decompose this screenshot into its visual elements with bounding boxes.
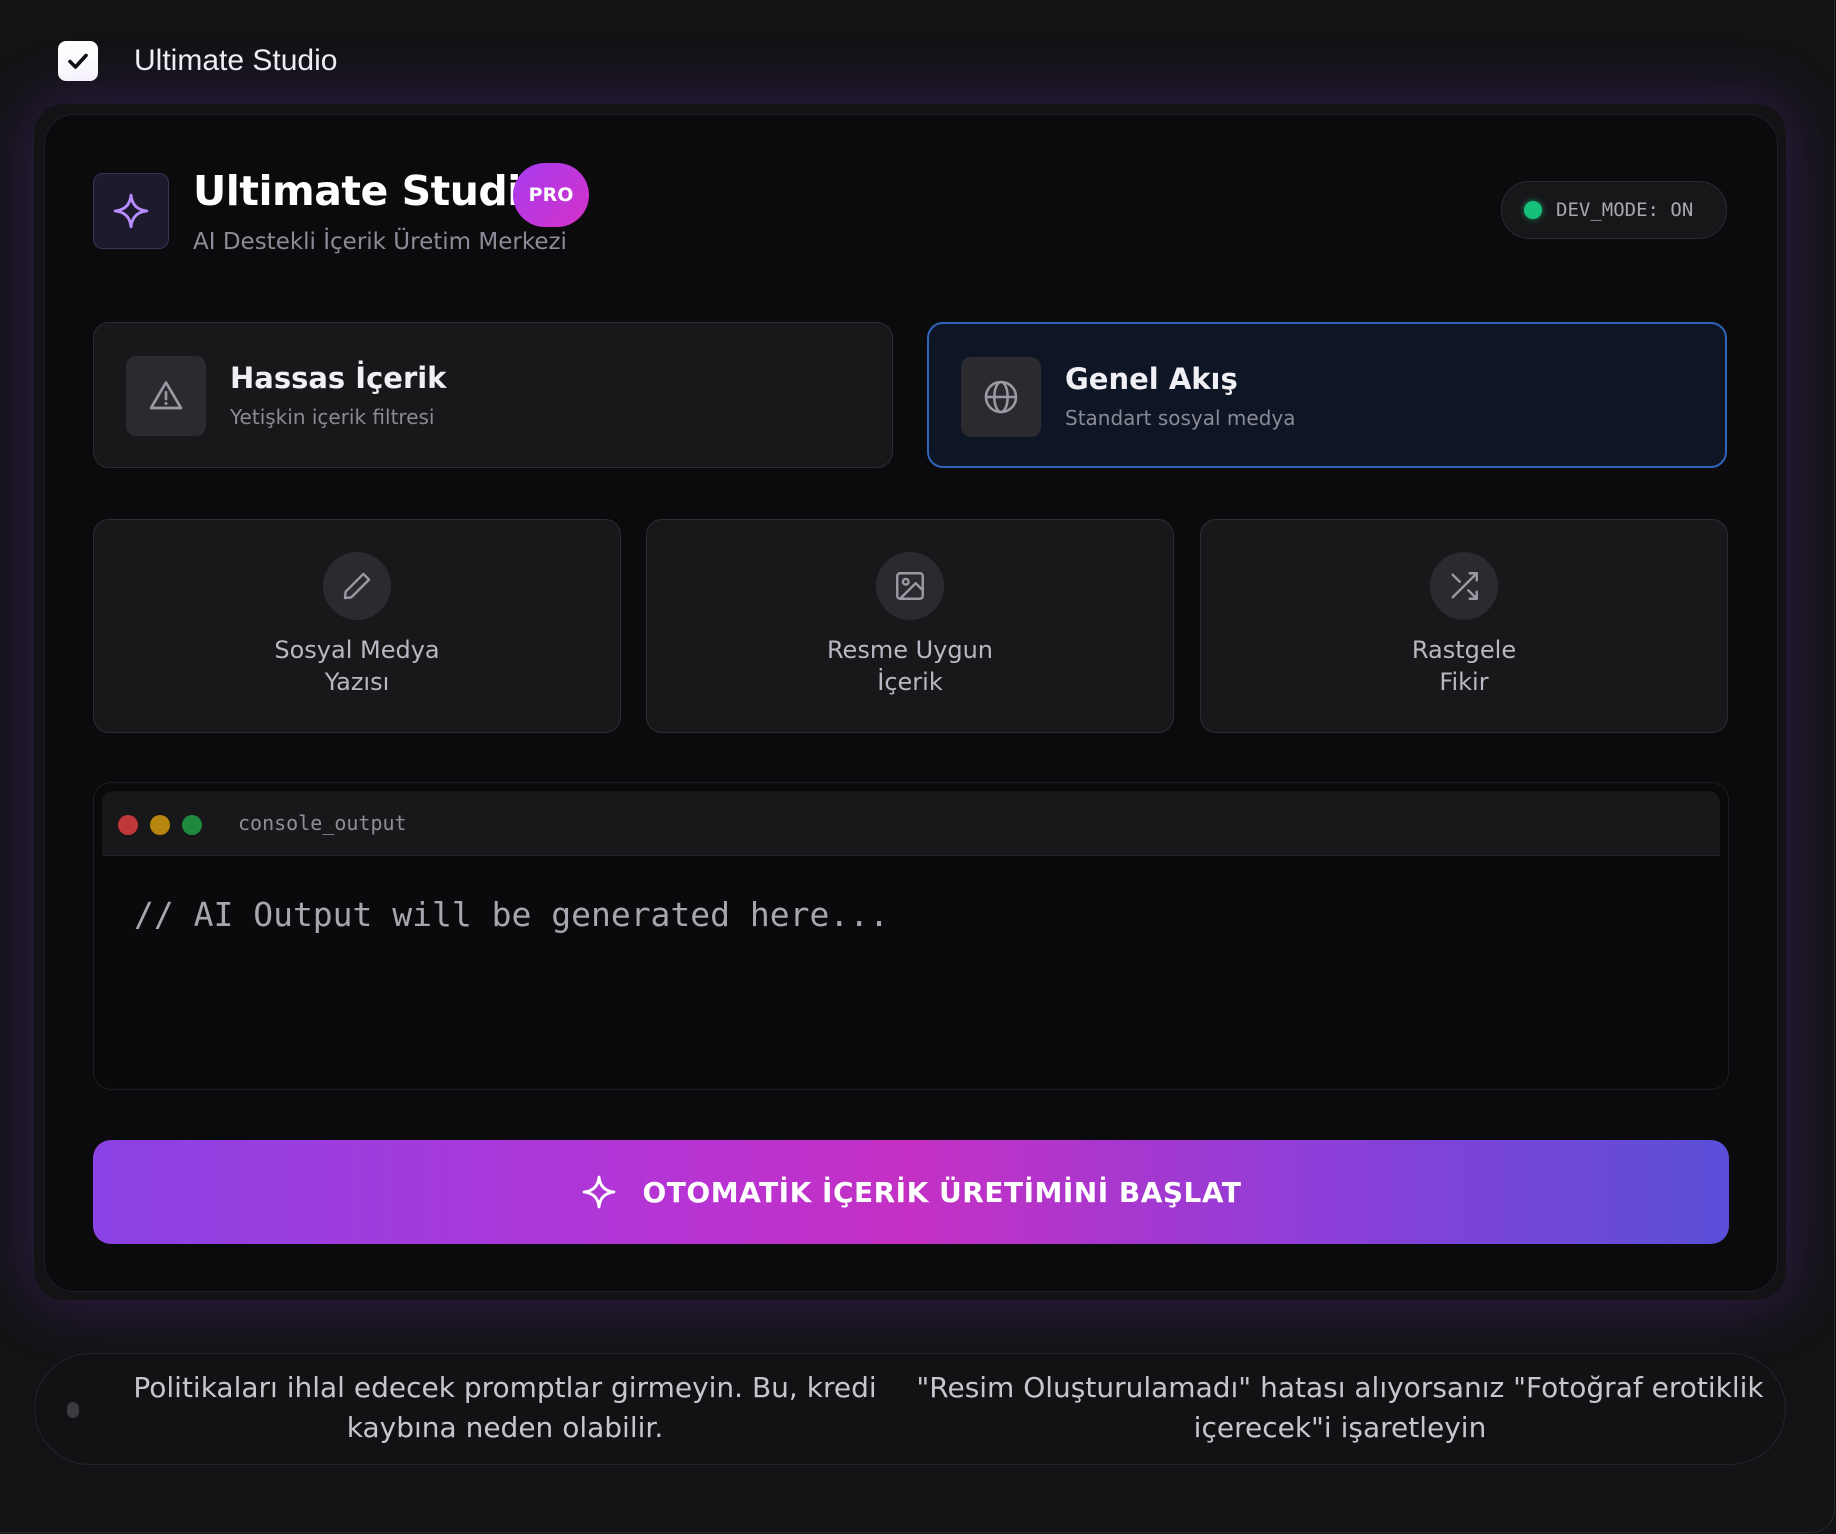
mode-title: Genel Akış [1065,362,1238,396]
mode-subtitle: Standart sosyal medya [1065,406,1296,430]
console-output-text[interactable]: // AI Output will be generated here... [134,895,889,934]
sparkle-icon [113,193,149,229]
action-icon-circle [323,552,391,620]
action-icon-circle [1430,552,1498,620]
app-title: Ultimate Studio [193,167,549,215]
checkmark-icon [68,53,88,69]
pencil-icon [343,572,371,600]
dev-mode-indicator[interactable]: DEV_MODE: ON [1501,181,1727,239]
top-bar: Ultimate Studio [58,40,337,82]
notice-text-policy: Politikaları ihlal edecek promptlar girm… [133,1371,877,1444]
enable-checkbox[interactable] [58,41,98,81]
action-random-idea[interactable]: Rastgele Fikir [1200,519,1728,733]
traffic-light-yellow [150,815,170,835]
start-generation-button[interactable]: OTOMATİK İÇERİK ÜRETİMİNİ BAŞLAT [93,1140,1729,1244]
console-header: console_output [102,791,1720,856]
mode-card-hassas[interactable]: Hassas İçerik Yetişkin içerik filtresi [93,322,893,468]
console-name: console_output [238,811,407,835]
console-panel: console_output // AI Output will be gene… [93,782,1729,1090]
action-icon-circle [876,552,944,620]
mode-card-genel[interactable]: Genel Akış Standart sosyal medya [927,322,1727,468]
action-label: Sosyal Medya Yazısı [274,636,440,696]
status-dot [1524,201,1542,219]
shuffle-icon [1451,572,1478,600]
warning-triangle-icon [149,381,183,410]
notice-text-image-error: "Resim Oluşturulamadı" hatası alıyorsanı… [916,1371,1764,1444]
globe-icon [984,380,1018,414]
mode-icon-box [126,356,206,436]
pro-badge: PRO [513,163,589,227]
logo [93,173,169,249]
mode-title: Hassas İçerik [230,361,447,395]
sparkle-icon [582,1175,615,1209]
studio-card: Ultimate Studio PRO AI Destekli İçerik Ü… [44,114,1778,1292]
action-image-content[interactable]: Resme Uygun İçerik [646,519,1174,733]
image-icon [896,572,924,600]
dev-mode-label: DEV_MODE: ON [1556,199,1694,221]
notice-indicator [67,1402,79,1418]
mode-subtitle: Yetişkin içerik filtresi [230,405,435,429]
app-subtitle: AI Destekli İçerik Üretim Merkezi [193,229,567,255]
action-label: Resme Uygun İçerik [826,636,994,696]
mode-icon-box [961,357,1041,437]
topbar-title: Ultimate Studio [134,44,338,77]
traffic-light-red [118,815,138,835]
start-generation-label: OTOMATİK İÇERİK ÜRETİMİNİ BAŞLAT [642,1175,1242,1209]
action-social-post[interactable]: Sosyal Medya Yazısı [93,519,621,733]
traffic-light-green [182,815,202,835]
action-label: Rastgele Fikir [1411,636,1517,696]
notice-bar: Politikaları ihlal edecek promptlar girm… [34,1353,1786,1465]
